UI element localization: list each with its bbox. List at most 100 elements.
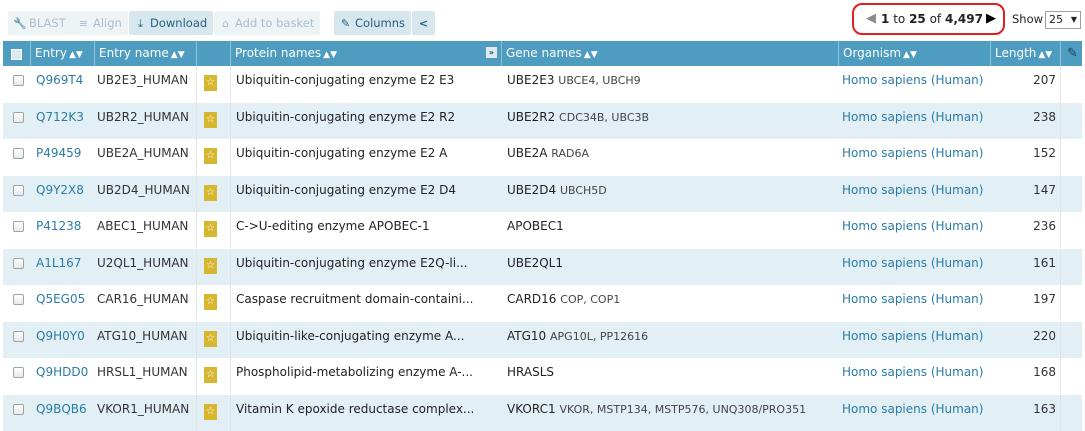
gene-primary: CARD16 <box>507 292 557 306</box>
organism-link[interactable]: Homo sapiens (Human) <box>842 73 983 87</box>
column-divider <box>230 358 231 394</box>
organism-link[interactable]: Homo sapiens (Human) <box>842 365 983 379</box>
table-row[interactable]: P49459 UBE2A_HUMAN ☆ Ubiquitin-conjugating … <box>3 139 1082 175</box>
column-divider <box>1060 321 1061 358</box>
show-label: Show <box>1012 12 1044 26</box>
sequence-length: 207 <box>1033 73 1056 87</box>
columns-button[interactable]: ✎ Columns <box>334 11 412 35</box>
sequence-length: 161 <box>1033 255 1056 270</box>
organism-link[interactable]: Homo sapiens (Human) <box>842 183 983 197</box>
organism-link[interactable]: Homo sapiens (Human) <box>842 329 983 343</box>
table-row[interactable]: P41238 ABEC1_HUMAN ☆ C->U-editing enzyme AP… <box>3 212 1082 248</box>
entry-link[interactable]: Q9BQB6 <box>36 402 87 416</box>
gene-primary: ATG10 <box>507 328 547 343</box>
column-gene-names[interactable]: Gene names ▲▼ <box>501 41 838 66</box>
column-divider <box>196 358 197 394</box>
organism-link[interactable]: Homo sapiens (Human) <box>842 402 983 416</box>
row-checkbox[interactable] <box>13 294 24 305</box>
entry-name: UB2E3_HUMAN <box>97 73 189 87</box>
reviewed-star-icon[interactable]: ☆ <box>204 148 217 164</box>
protein-name: Vitamin K epoxide reductase complex... <box>236 401 475 416</box>
row-checkbox[interactable] <box>13 403 24 415</box>
reviewed-star-icon[interactable]: ☆ <box>204 184 217 201</box>
column-divider <box>230 102 231 139</box>
organism-link[interactable]: Homo sapiens (Human) <box>842 292 983 306</box>
row-checkbox[interactable] <box>13 184 24 196</box>
protein-name: Phospholipid-metabolizing enzyme A-... <box>236 365 473 379</box>
previous-page-icon[interactable]: ◀ <box>866 12 876 26</box>
table-row[interactable]: Q9H0Y0 ATG10_HUMAN ☆ Ubiquitin-like-conjuga… <box>3 321 1082 358</box>
select-all-checkbox[interactable] <box>11 49 22 60</box>
select-all-column <box>3 41 30 66</box>
column-divider <box>1060 66 1061 102</box>
align-button[interactable]: ≡ Align <box>72 11 128 35</box>
share-button[interactable]: < <box>412 11 435 35</box>
blast-button[interactable]: 🔧 BLAST <box>8 11 72 35</box>
column-entry[interactable]: Entry ▲▼ <box>30 41 94 66</box>
protein-name: Ubiquitin-conjugating enzyme E2 A <box>236 146 448 160</box>
gene-primary: UBE2A <box>507 146 548 160</box>
reviewed-star-icon[interactable]: ☆ <box>204 257 217 274</box>
organism-link[interactable]: Homo sapiens (Human) <box>842 256 983 270</box>
table-row[interactable]: Q9BQB6 VKOR1_HUMAN ☆ Vitamin K epoxide redu… <box>3 394 1082 431</box>
row-checkbox[interactable] <box>13 75 24 86</box>
reviewed-star-icon[interactable]: ☆ <box>204 75 217 91</box>
table-row[interactable]: A1L167 U2QL1_HUMAN ☆ Ubiquitin-conjugating … <box>3 248 1082 285</box>
organism-link[interactable]: Homo sapiens (Human) <box>842 219 983 233</box>
organism-link[interactable]: Homo sapiens (Human) <box>842 110 983 124</box>
column-divider <box>196 212 197 248</box>
entry-link[interactable]: Q9Y2X8 <box>36 183 84 197</box>
sequence-length: 147 <box>1033 182 1056 197</box>
table-row[interactable]: Q5EG05 CAR16_HUMAN ☆ Caspase recruitment do… <box>3 285 1082 321</box>
row-checkbox[interactable] <box>13 367 24 378</box>
entry-link[interactable]: P49459 <box>36 146 81 160</box>
row-checkbox[interactable] <box>13 221 24 232</box>
entry-link[interactable]: Q969T4 <box>36 73 83 87</box>
reviewed-star-icon[interactable]: ☆ <box>204 294 217 310</box>
column-divider <box>196 248 197 285</box>
entry-link[interactable]: Q9H0Y0 <box>36 329 85 343</box>
table-row[interactable]: Q9HDD0 HRSL1_HUMAN ☆ Phospholipid-metaboliz… <box>3 358 1082 394</box>
row-checkbox[interactable] <box>13 148 24 159</box>
column-length[interactable]: Length ▲▼ <box>990 41 1060 66</box>
column-entry-name[interactable]: Entry name ▲▼ <box>94 41 196 66</box>
reviewed-star-icon[interactable]: ☆ <box>204 367 217 383</box>
row-checkbox[interactable] <box>13 330 24 342</box>
gene-names: ATG10 APG10L, PP12616 <box>507 329 648 344</box>
expand-column-icon[interactable]: » <box>486 47 497 58</box>
row-checkbox[interactable] <box>13 257 24 269</box>
gene-synonyms: UBCH5D <box>559 183 607 197</box>
reviewed-star-icon[interactable]: ☆ <box>204 111 217 128</box>
table-row[interactable]: Q969T4 UB2E3_HUMAN ☆ Ubiquitin-conjugating … <box>3 66 1082 102</box>
next-page-icon[interactable]: ▶ <box>986 12 996 26</box>
entry-link[interactable]: Q5EG05 <box>36 292 85 306</box>
sequence-length: 152 <box>1033 146 1056 160</box>
entry-link[interactable]: P41238 <box>36 219 81 233</box>
entry-link[interactable]: Q9HDD0 <box>36 365 88 379</box>
column-divider <box>230 248 231 285</box>
table-row[interactable]: Q9Y2X8 UB2D4_HUMAN ☆ Ubiquitin-conjugating … <box>3 175 1082 212</box>
table-row[interactable]: Q712K3 UB2R2_HUMAN ☆ Ubiquitin-conjugating … <box>3 102 1082 139</box>
column-divider <box>196 321 197 358</box>
row-checkbox[interactable] <box>13 111 24 123</box>
sort-icon: ▲▼ <box>903 50 917 60</box>
gene-synonyms: VKOR, MSTP134, MSTP576, UNQ308/PRO351 <box>559 402 807 416</box>
gene-synonyms: UBCE4, UBCH9 <box>558 74 641 87</box>
column-organism[interactable]: Organism ▲▼ <box>838 41 990 66</box>
edit-columns-button[interactable]: ✎ <box>1060 41 1082 66</box>
entry-link[interactable]: A1L167 <box>36 256 81 270</box>
sort-icon: ▲▼ <box>68 50 83 60</box>
results-toolbar: 🔧 BLAST ≡ Align ⤓ Download ⌂ Add to basket ✎… <box>0 0 1085 40</box>
entry-name: HRSL1_HUMAN <box>97 365 188 379</box>
entry-name: U2QL1_HUMAN <box>97 255 189 270</box>
organism-link[interactable]: Homo sapiens (Human) <box>842 146 983 160</box>
column-protein-names[interactable]: Protein names ▲▼ » <box>230 41 501 66</box>
sequence-length: 220 <box>1033 328 1056 343</box>
reviewed-star-icon[interactable]: ☆ <box>204 221 217 237</box>
download-button[interactable]: ⤓ Download <box>129 11 214 35</box>
page-size-select[interactable]: 25 ▼ <box>1045 11 1081 29</box>
basket-label: Add to basket <box>235 16 315 30</box>
add-to-basket-button[interactable]: ⌂ Add to basket <box>214 11 321 35</box>
reviewed-star-icon[interactable]: ☆ <box>204 330 217 347</box>
entry-link[interactable]: Q712K3 <box>36 110 84 124</box>
